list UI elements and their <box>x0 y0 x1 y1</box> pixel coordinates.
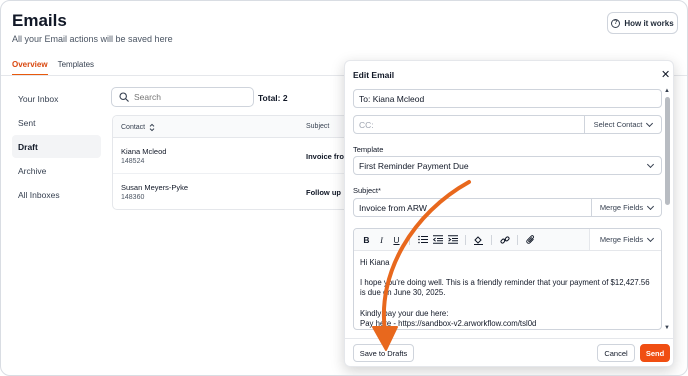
scroll-up-arrow[interactable]: ▲ <box>664 88 670 94</box>
table-header: Contact Subject <box>113 116 351 138</box>
bullet-list-icon[interactable] <box>417 234 428 246</box>
how-it-works-label: How it works <box>624 18 674 28</box>
outdent-icon[interactable] <box>432 234 443 246</box>
contact-id: 148524 <box>121 158 145 165</box>
table-row[interactable]: Susan Meyers-Pyke 148360 Follow up <box>113 174 351 209</box>
body-payment-link: Pay here - https://sandbox-v2.arworkflow… <box>360 318 537 328</box>
bold-icon[interactable]: B <box>361 234 372 246</box>
sidebar-item-sent[interactable]: Sent <box>12 111 101 134</box>
body-greeting: Hi Kiana <box>360 258 390 267</box>
email-body-text[interactable]: Hi Kiana I hope you're doing well. This … <box>354 251 661 329</box>
page-title: Emails <box>12 11 67 30</box>
to-input[interactable] <box>359 93 661 104</box>
toolbar-divider <box>409 234 410 245</box>
toolbar-divider <box>517 234 518 245</box>
subject-label: Subject* <box>353 186 381 195</box>
email-body-editor[interactable]: B I U Merge Fields Hi Kiana I hope you'r… <box>353 228 662 330</box>
toolbar-divider <box>491 234 492 245</box>
edit-email-modal: Edit Email ✕ Select Contact Template Fir… <box>344 60 674 367</box>
to-field[interactable] <box>353 89 662 108</box>
contact-header-label: Contact <box>121 124 146 131</box>
editor-toolbar: B I U Merge Fields <box>354 229 661 251</box>
sidebar: Your Inbox Sent Draft Archive All Inboxe… <box>12 87 101 207</box>
close-icon[interactable]: ✕ <box>661 68 670 81</box>
sidebar-item-all-inboxes[interactable]: All Inboxes <box>12 183 101 206</box>
template-select[interactable]: First Reminder Payment Due <box>353 156 662 175</box>
table-row[interactable]: Kiana Mcleod 148524 Invoice from <box>113 138 351 174</box>
search-icon <box>119 92 129 102</box>
modal-title: Edit Email <box>353 70 395 80</box>
body-paragraph: Kindly pay your due here: <box>360 308 449 318</box>
underline-icon[interactable]: U <box>391 234 402 246</box>
contact-column-header[interactable]: Contact <box>121 123 155 132</box>
chevron-down-icon <box>646 119 654 127</box>
select-contact-dropdown[interactable]: Select Contact <box>584 115 662 134</box>
chevron-down-icon <box>646 160 655 168</box>
cc-field[interactable] <box>353 115 585 134</box>
fill-color-icon[interactable] <box>473 234 484 246</box>
tab-templates[interactable]: Templates <box>58 60 94 76</box>
attachment-icon[interactable] <box>525 234 536 246</box>
total-count: Total: 2 <box>258 93 288 103</box>
how-it-works-button[interactable]: ? How it works <box>607 12 678 34</box>
sidebar-item-draft[interactable]: Draft <box>12 135 101 158</box>
indent-icon[interactable] <box>447 234 458 246</box>
subject-field[interactable] <box>353 198 592 217</box>
search-input[interactable] <box>134 92 244 102</box>
cc-input[interactable] <box>359 119 584 130</box>
scrollbar-thumb[interactable] <box>665 97 670 205</box>
scroll-down-arrow[interactable]: ▼ <box>664 325 670 331</box>
link-icon[interactable] <box>499 234 510 246</box>
contact-name: Susan Meyers-Pyke <box>121 183 189 192</box>
email-table: Contact Subject Kiana Mcleod 148524 Invo… <box>112 115 352 210</box>
cancel-button[interactable]: Cancel <box>597 344 635 362</box>
template-value: First Reminder Payment Due <box>359 160 469 171</box>
send-button[interactable]: Send <box>640 344 670 362</box>
contact-name: Kiana Mcleod <box>121 147 167 156</box>
question-icon: ? <box>611 18 621 28</box>
editor-merge-fields-label: Merge Fields <box>599 235 644 244</box>
subject-input[interactable] <box>359 202 591 213</box>
subject-column-header: Subject <box>306 123 330 130</box>
merge-fields-label: Merge Fields <box>599 203 644 212</box>
editor-merge-fields-dropdown[interactable]: Merge Fields <box>589 229 661 250</box>
tab-overview[interactable]: Overview <box>12 60 48 76</box>
italic-icon[interactable]: I <box>376 234 387 246</box>
chevron-down-icon <box>647 234 655 242</box>
body-paragraph: I hope you're doing well. This is a frie… <box>360 278 650 298</box>
sort-icon <box>149 123 155 132</box>
email-subject: Follow up <box>306 188 341 197</box>
search-box[interactable] <box>111 87 254 107</box>
app-window: Emails All your Email actions will be sa… <box>0 0 688 376</box>
modal-footer-divider <box>345 338 673 339</box>
sidebar-item-your-inbox[interactable]: Your Inbox <box>12 87 101 110</box>
sidebar-item-archive[interactable]: Archive <box>12 159 101 182</box>
contact-id: 148360 <box>121 194 145 201</box>
select-contact-label: Select Contact <box>593 120 643 129</box>
tab-bar: Overview Templates <box>12 60 94 76</box>
chevron-down-icon <box>647 202 655 210</box>
save-to-drafts-button[interactable]: Save to Drafts <box>353 344 414 362</box>
toolbar-divider <box>465 234 466 245</box>
page-subtitle: All your Email actions will be saved her… <box>12 34 173 44</box>
template-label: Template <box>353 145 384 154</box>
merge-fields-dropdown[interactable]: Merge Fields <box>591 198 662 217</box>
